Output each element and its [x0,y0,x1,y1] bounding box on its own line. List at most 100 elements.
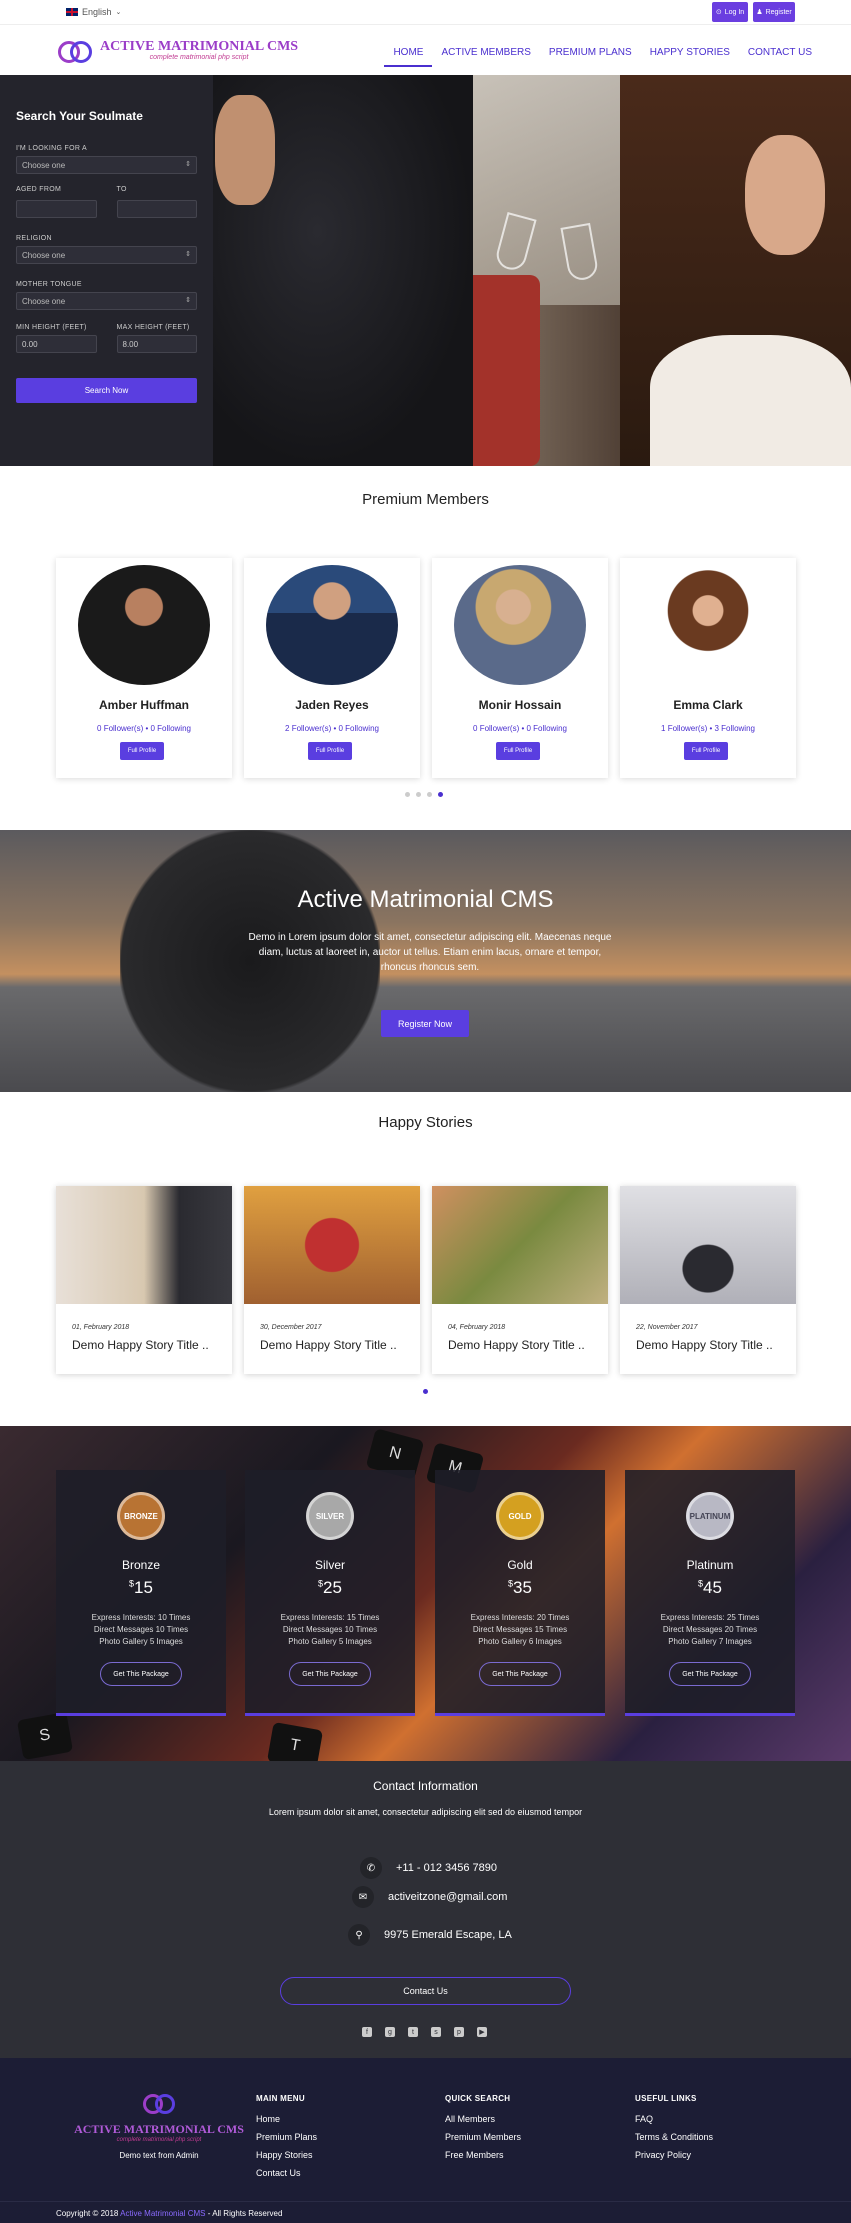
youtube-icon[interactable]: ▶ [477,2027,487,2037]
looking-for-select[interactable]: Choose one [16,156,197,174]
carousel-dot[interactable] [405,792,410,797]
member-avatar[interactable] [454,565,586,685]
contact-us-button[interactable]: Contact Us [280,1977,571,2005]
footer-link-faq[interactable]: FAQ [635,2110,713,2128]
search-panel: Search Your Soulmate I'M LOOKING FOR A C… [0,75,213,466]
footer-logo-name: ACTIVE MATRIMONIAL CMS [74,2122,244,2136]
site-footer: ACTIVE MATRIMONIAL CMS complete matrimon… [0,2058,851,2201]
get-package-button[interactable]: Get This Package [289,1662,371,1686]
aged-to-label: TO [116,186,127,193]
nav-contact-us[interactable]: CONTACT US [739,47,821,67]
nav-home[interactable]: HOME [384,47,433,67]
carousel-dot-active[interactable] [438,792,443,797]
story-title[interactable]: Demo Happy Story Title .. [260,1338,397,1352]
contact-title: Contact Information [373,1779,478,1793]
story-date: 01, February 2018 [72,1324,130,1331]
member-avatar[interactable] [266,565,398,685]
nav-premium-plans[interactable]: PREMIUM PLANS [540,47,641,67]
footer-logo[interactable]: ACTIVE MATRIMONIAL CMS complete matrimon… [64,2088,254,2160]
aged-from-input[interactable] [16,200,97,218]
footer-link-home[interactable]: Home [256,2110,317,2128]
member-name[interactable]: Emma Clark [620,698,796,712]
story-title[interactable]: Demo Happy Story Title .. [448,1338,585,1352]
register-now-button[interactable]: Register Now [381,1010,469,1037]
footer-link-privacy[interactable]: Privacy Policy [635,2146,713,2164]
rings-logo-icon [56,33,96,67]
story-card[interactable]: 04, February 2018 Demo Happy Story Title… [432,1186,608,1374]
site-logo[interactable]: ACTIVE MATRIMONIAL CMS complete matrimon… [56,33,298,67]
max-height-input[interactable]: 8.00 [116,335,197,353]
member-follow-stats: 0 Follower(s) • 0 Following [97,724,191,733]
language-selector[interactable]: English ⌄ [66,7,121,17]
full-profile-button[interactable]: Full Profile [120,742,164,760]
banner-text: Demo in Lorem ipsum dolor sit amet, cons… [248,932,612,973]
footer-link-terms[interactable]: Terms & Conditions [635,2128,713,2146]
get-package-button[interactable]: Get This Package [479,1662,561,1686]
aged-to-input[interactable] [116,200,197,218]
promo-banner: Active Matrimonial CMS Demo in Lorem ips… [0,830,851,1092]
search-now-button[interactable]: Search Now [16,378,197,403]
google-plus-icon[interactable]: g [385,2027,395,2037]
story-date: 04, February 2018 [448,1324,506,1331]
register-label: Register [765,8,792,16]
twitter-icon[interactable]: t [408,2027,418,2037]
mother-tongue-select[interactable]: Choose one [16,292,197,310]
rings-logo-icon [137,2088,181,2118]
member-name[interactable]: Jaden Reyes [244,698,420,712]
nav-active-members[interactable]: ACTIVE MEMBERS [432,47,539,67]
member-avatar[interactable] [642,565,774,685]
footer-useful-links-title: USEFUL LINKS [635,2094,697,2103]
happy-stories-title: Happy Stories [378,1114,473,1131]
skype-icon[interactable]: s [431,2027,441,2037]
facebook-icon[interactable]: f [362,2027,372,2037]
carousel-dot-active[interactable] [423,1389,428,1394]
story-card[interactable]: 22, November 2017 Demo Happy Story Title… [620,1186,796,1374]
plan-card-platinum: PLATINUM Platinum $45 Express Interests:… [625,1470,795,1716]
looking-for-label: I'M LOOKING FOR A [16,145,88,152]
footer-link-happy-stories[interactable]: Happy Stories [256,2146,317,2164]
story-title[interactable]: Demo Happy Story Title .. [636,1338,773,1352]
member-follow-stats: 0 Follower(s) • 0 Following [473,724,567,733]
copyright-text: Copyright © 2018 [56,2209,119,2218]
social-links: f g t s p ▶ [362,2027,487,2037]
plan-name: Bronze [121,1558,161,1572]
copyright-link[interactable]: Active Matrimonial CMS [120,2209,205,2218]
get-package-button[interactable]: Get This Package [669,1662,751,1686]
full-profile-button[interactable]: Full Profile [496,742,540,760]
pinterest-icon[interactable]: p [454,2027,464,2037]
footer-link-all-members[interactable]: All Members [445,2110,521,2128]
story-card[interactable]: 30, December 2017 Demo Happy Story Title… [244,1186,420,1374]
carousel-dot[interactable] [416,792,421,797]
full-profile-button[interactable]: Full Profile [684,742,728,760]
member-name[interactable]: Monir Hossain [432,698,608,712]
plan-card-silver: SILVER Silver $25 Express Interests: 15 … [245,1470,415,1716]
footer-link-free-members[interactable]: Free Members [445,2146,521,2164]
carousel-dot[interactable] [427,792,432,797]
login-button[interactable]: ⊙ Log In [712,2,748,22]
full-profile-button[interactable]: Full Profile [308,742,352,760]
plan-price: $15 [129,1578,153,1597]
search-title: Search Your Soulmate [16,109,143,123]
story-title[interactable]: Demo Happy Story Title .. [72,1338,209,1352]
copyright-suffix: - All Rights Reserved [207,2209,283,2218]
get-package-button[interactable]: Get This Package [100,1662,182,1686]
religion-label: RELIGION [16,235,52,242]
member-name[interactable]: Amber Huffman [56,698,232,712]
min-height-input[interactable]: 0.00 [16,335,97,353]
register-button[interactable]: ♟ Register [753,2,795,22]
login-label: Log In [724,8,745,16]
contact-address: ⚲ 9975 Emerald Escape, LA [348,1924,512,1946]
contact-text: Lorem ipsum dolor sit amet, consectetur … [268,1807,583,1817]
footer-link-premium-plans[interactable]: Premium Plans [256,2128,317,2146]
nav-happy-stories[interactable]: HAPPY STORIES [641,47,739,67]
story-card[interactable]: 01, February 2018 Demo Happy Story Title… [56,1186,232,1374]
plan-card-bronze: BRONZE Bronze $15 Express Interests: 10 … [56,1470,226,1716]
uk-flag-icon [66,8,78,16]
story-image [620,1186,796,1304]
contact-email[interactable]: ✉ activeitzone@gmail.com [352,1886,507,1908]
religion-select[interactable]: Choose one [16,246,197,264]
footer-link-premium-members[interactable]: Premium Members [445,2128,521,2146]
footer-link-contact-us[interactable]: Contact Us [256,2164,317,2182]
member-avatar[interactable] [78,565,210,685]
banner-title: Active Matrimonial CMS [297,886,554,913]
